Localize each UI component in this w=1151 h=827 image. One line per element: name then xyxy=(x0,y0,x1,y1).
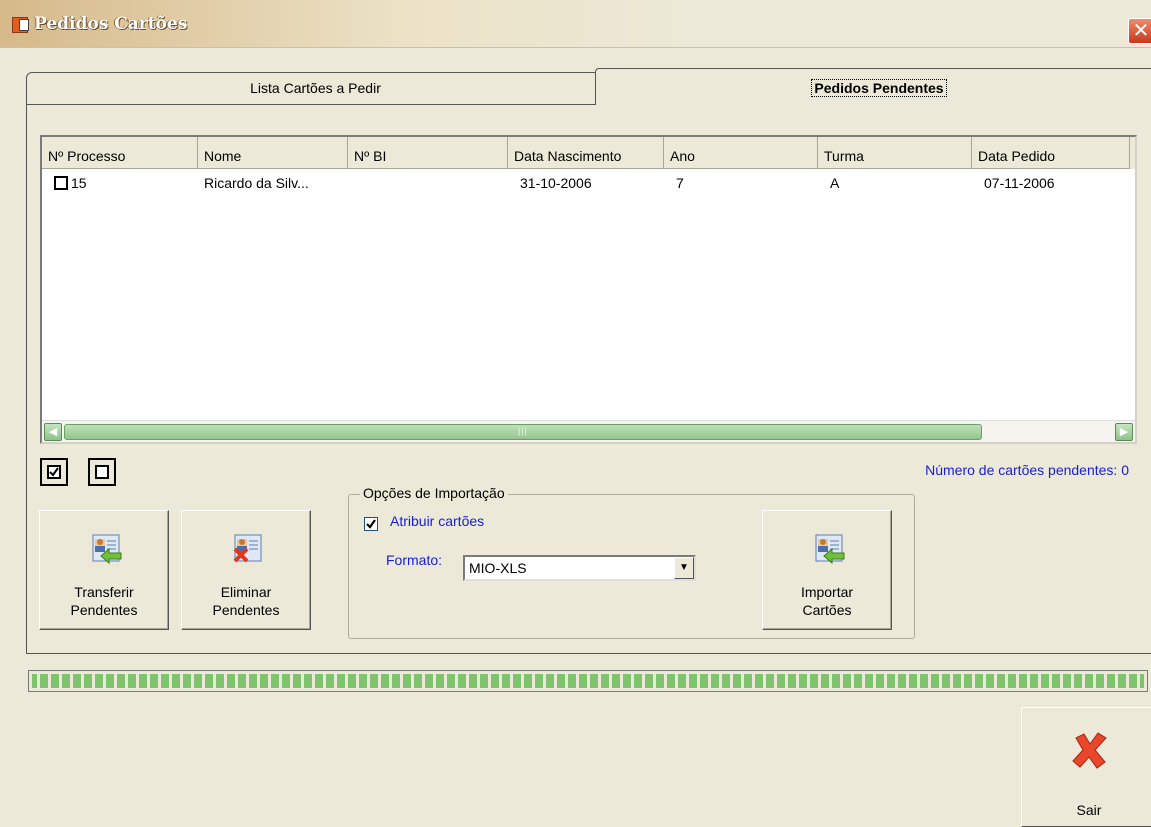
import-cards-label: Importar Cartões xyxy=(800,584,854,618)
select-all-button[interactable] xyxy=(40,458,68,486)
import-cards-button[interactable]: Importar Cartões xyxy=(762,510,892,630)
column-header-ano[interactable]: Ano xyxy=(664,137,818,169)
row-checkbox[interactable] xyxy=(54,176,68,190)
tab-lista-cartoes[interactable]: Lista Cartões a Pedir xyxy=(26,72,605,104)
format-select[interactable]: MIO-XLS ▼ xyxy=(463,555,696,581)
cell-nome: Ricardo da Silv... xyxy=(204,175,309,191)
app-icon xyxy=(12,17,29,33)
column-header-processo[interactable]: Nº Processo xyxy=(42,137,198,169)
format-label: Formato: xyxy=(386,552,443,568)
column-header-nascimento[interactable]: Data Nascimento xyxy=(508,137,664,169)
column-header-nome[interactable]: Nome xyxy=(198,137,348,169)
exit-x-icon xyxy=(1072,732,1107,769)
table-row[interactable]: 15 Ricardo da Silv... 31-10-2006 7 A 07-… xyxy=(42,171,1135,195)
delete-pending-button[interactable]: Eliminar Pendentes xyxy=(181,510,311,630)
tab-pedidos-pendentes[interactable]: Pedidos Pendentes xyxy=(595,68,1151,106)
progress-bar xyxy=(28,670,1148,692)
import-card-icon xyxy=(815,534,845,565)
select-none-button[interactable] xyxy=(88,458,116,486)
chevron-down-icon[interactable]: ▼ xyxy=(674,557,694,579)
column-header-pedido[interactable]: Data Pedido xyxy=(972,137,1130,169)
empty-box-icon xyxy=(95,465,109,479)
transfer-pending-button[interactable]: Transferir Pendentes xyxy=(39,510,169,630)
import-options-title: Opções de Importação xyxy=(360,485,508,501)
transfer-card-icon xyxy=(92,534,122,565)
cell-bi xyxy=(348,171,354,195)
horizontal-scrollbar[interactable]: ◀ ||| ▶ xyxy=(42,420,1135,442)
scroll-thumb[interactable]: ||| xyxy=(64,424,982,440)
checked-box-icon xyxy=(47,465,61,479)
cell-nascimento: 31-10-2006 xyxy=(520,175,592,191)
title-bar: Pedidos Cartões ✕ xyxy=(0,0,1151,48)
exit-label: Sair xyxy=(1076,802,1102,818)
check-icon xyxy=(366,519,376,529)
transfer-pending-label: Transferir Pendentes xyxy=(70,584,138,618)
column-header-bi[interactable]: Nº BI xyxy=(348,137,508,169)
scroll-right-icon[interactable]: ▶ xyxy=(1115,423,1133,441)
tab-label: Lista Cartões a Pedir xyxy=(250,80,381,96)
cell-pedido: 07-11-2006 xyxy=(984,175,1055,191)
pending-count-label: Número de cartões pendentes: 0 xyxy=(925,462,1129,478)
exit-button[interactable]: Sair xyxy=(1021,707,1151,827)
assign-cards-label[interactable]: Atribuir cartões xyxy=(390,513,484,529)
delete-card-icon xyxy=(233,534,262,563)
cell-ano: 7 xyxy=(676,175,684,191)
scroll-left-icon[interactable]: ◀ xyxy=(44,423,62,441)
column-header-turma[interactable]: Turma xyxy=(818,137,972,169)
pending-requests-list[interactable]: Nº Processo Nome Nº BI Data Nascimento A… xyxy=(40,135,1137,444)
list-header: Nº Processo Nome Nº BI Data Nascimento A… xyxy=(42,137,1135,169)
delete-pending-label: Eliminar Pendentes xyxy=(212,584,280,618)
window-title: Pedidos Cartões xyxy=(34,14,188,34)
close-button[interactable]: ✕ xyxy=(1128,18,1151,44)
assign-cards-checkbox[interactable] xyxy=(364,517,378,531)
cell-turma: A xyxy=(830,175,840,191)
tab-label: Pedidos Pendentes xyxy=(811,79,947,97)
cell-processo: 15 xyxy=(71,175,87,191)
format-value: MIO-XLS xyxy=(469,560,527,576)
